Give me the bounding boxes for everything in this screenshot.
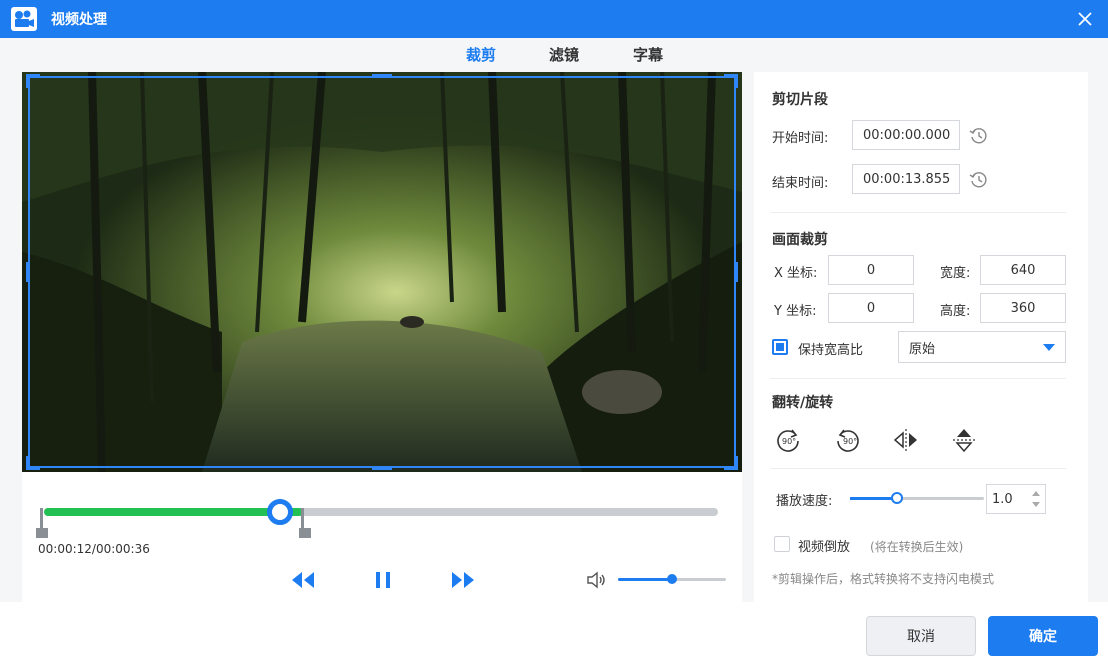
tab-filter[interactable]: 滤镜 [549,44,579,65]
video-clapper-icon [11,7,37,31]
start-time-field[interactable]: 00:00:00.000 [852,120,960,150]
keep-ratio-checkbox[interactable] [772,339,788,355]
cancel-button[interactable]: 取消 [866,616,976,656]
flip-horizontal-icon[interactable] [892,426,920,454]
x-coord-label: X 坐标: [774,266,818,281]
reverse-hint: (将在转换后生效) [870,540,964,554]
close-button[interactable] [1070,4,1100,34]
crop-handle-top-left-v[interactable] [26,74,30,88]
divider [770,212,1066,213]
pause-icon[interactable] [374,570,392,590]
crop-handle-bottom[interactable] [372,466,392,470]
tab-subtitle[interactable]: 字幕 [633,44,663,65]
crop-box[interactable] [28,76,736,468]
crop-section-title: 画面裁剪 [772,232,828,248]
volume-icon[interactable] [586,570,608,590]
end-time-label: 结束时间: [772,176,829,191]
speed-label: 播放速度: [776,494,833,509]
svg-text:90°: 90° [843,437,857,446]
keep-ratio-label: 保持宽高比 [798,343,864,358]
close-icon [1078,12,1092,26]
crop-handle-bottom-left-v[interactable] [26,456,30,470]
playhead-handle[interactable] [266,499,293,525]
height-field[interactable]: 360 [980,293,1066,323]
trim-end-handle[interactable] [297,508,312,538]
speed-value: 1.0 [992,491,1013,507]
divider [770,378,1066,379]
spin-arrows-icon[interactable] [1031,489,1041,509]
confirm-button[interactable]: 确定 [988,616,1098,656]
volume-handle[interactable] [667,574,677,584]
rewind-icon[interactable] [290,570,316,590]
speed-handle[interactable] [890,492,903,504]
crop-handle-top-right-v[interactable] [734,74,738,88]
window-title: 视频处理 [51,12,107,28]
reverse-label: 视频倒放 [798,540,851,555]
svg-text:90°: 90° [782,437,796,446]
timeline-track[interactable] [44,499,718,525]
crop-handle-right[interactable] [734,262,738,282]
reverse-checkbox[interactable] [774,536,790,552]
width-field[interactable]: 640 [980,255,1066,285]
volume-slider[interactable] [618,574,726,584]
speed-slider[interactable] [850,492,984,504]
checkbox-check [776,343,784,351]
transform-section-title: 翻转/旋转 [772,395,834,411]
reset-time-icon[interactable] [968,125,990,147]
flip-vertical-icon[interactable] [950,426,978,454]
trim-start-handle[interactable] [36,508,50,538]
tab-bar: 裁剪 滤镜 字幕 [0,44,1108,68]
speed-level [850,497,897,500]
lightning-mode-note: *剪辑操作后，格式转换将不支持闪电模式 [772,572,995,586]
aspect-ratio-value: 原始 [909,341,936,357]
width-label: 宽度: [940,266,971,281]
x-coord-field[interactable]: 0 [828,255,914,285]
rotate-counterclockwise-90-icon[interactable]: 90° [834,426,862,454]
crop-handle-top[interactable] [372,74,392,78]
end-time-field[interactable]: 00:00:13.855 [852,164,960,194]
video-preview[interactable] [22,72,742,472]
time-readout: 00:00:12/00:00:36 [38,542,150,556]
reset-time-icon[interactable] [968,169,990,191]
volume-level [618,578,672,581]
height-label: 高度: [940,304,971,319]
crop-handle-bottom-right-v[interactable] [734,456,738,470]
aspect-ratio-select[interactable]: 原始 [898,331,1066,363]
y-coord-label: Y 坐标: [774,304,817,319]
crop-handle-left[interactable] [26,262,30,282]
chevron-down-icon [1043,344,1055,351]
y-coord-field[interactable]: 0 [828,293,914,323]
trim-section-title: 剪切片段 [772,92,828,108]
fast-forward-icon[interactable] [450,570,476,590]
timeline-trim-range [44,508,304,516]
speed-spinbox[interactable]: 1.0 [986,484,1046,514]
title-bar: 视频处理 [0,0,1108,38]
rotate-clockwise-90-icon[interactable]: 90° [774,426,802,454]
divider [770,468,1066,469]
tab-crop[interactable]: 裁剪 [466,44,496,65]
start-time-label: 开始时间: [772,131,829,146]
